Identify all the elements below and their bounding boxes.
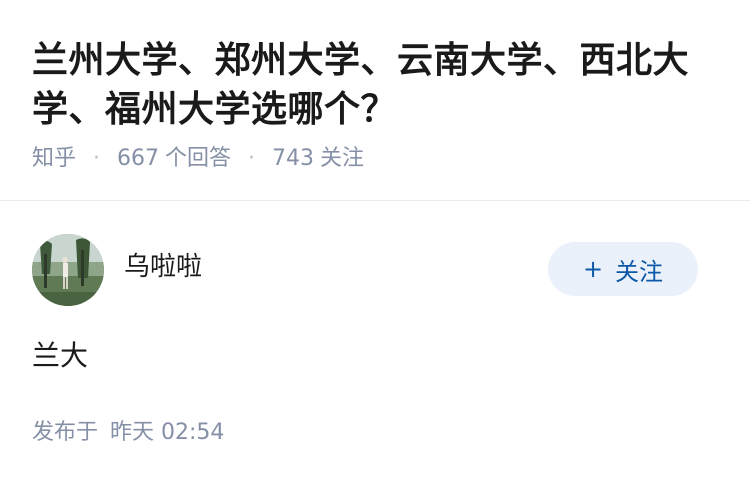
follow-button-label: 关注: [615, 257, 664, 286]
answer-count: 667: [117, 146, 160, 171]
answer-content[interactable]: 兰大: [32, 336, 718, 376]
question-meta: 知乎 · 667 个回答 · 743 关注: [32, 144, 718, 174]
author-name[interactable]: 乌啦啦: [124, 250, 202, 284]
question-source[interactable]: 知乎: [32, 146, 76, 171]
meta-separator-dot: ·: [248, 146, 256, 171]
answer-card: 乌啦啦 + 关注 兰大 发布于 昨天 02:54: [32, 234, 718, 448]
question-title[interactable]: 兰州大学、郑州大学、云南大学、西北大学、福州大学选哪个？: [32, 36, 718, 134]
section-divider: [0, 200, 750, 201]
publish-prefix: 发布于: [32, 420, 99, 445]
avatar-photo-icon: [32, 234, 104, 306]
answer-page: 兰州大学、郑州大学、云南大学、西北大学、福州大学选哪个？ 知乎 · 667 个回答…: [0, 0, 750, 484]
answer-count-label: 个回答: [165, 146, 232, 171]
plus-icon: +: [582, 255, 604, 283]
answer-publish-time: 发布于 昨天 02:54: [32, 418, 718, 448]
follow-button[interactable]: + 关注: [548, 242, 698, 296]
avatar[interactable]: [32, 234, 104, 306]
meta-separator-dot: ·: [93, 146, 101, 171]
question-header: 兰州大学、郑州大学、云南大学、西北大学、福州大学选哪个？ 知乎 · 667 个回答…: [0, 0, 750, 174]
follow-count: 743: [272, 146, 315, 171]
follow-count-label: 关注: [320, 146, 365, 171]
publish-time: 昨天 02:54: [110, 420, 225, 445]
author-row: 乌啦啦 + 关注: [32, 234, 718, 306]
